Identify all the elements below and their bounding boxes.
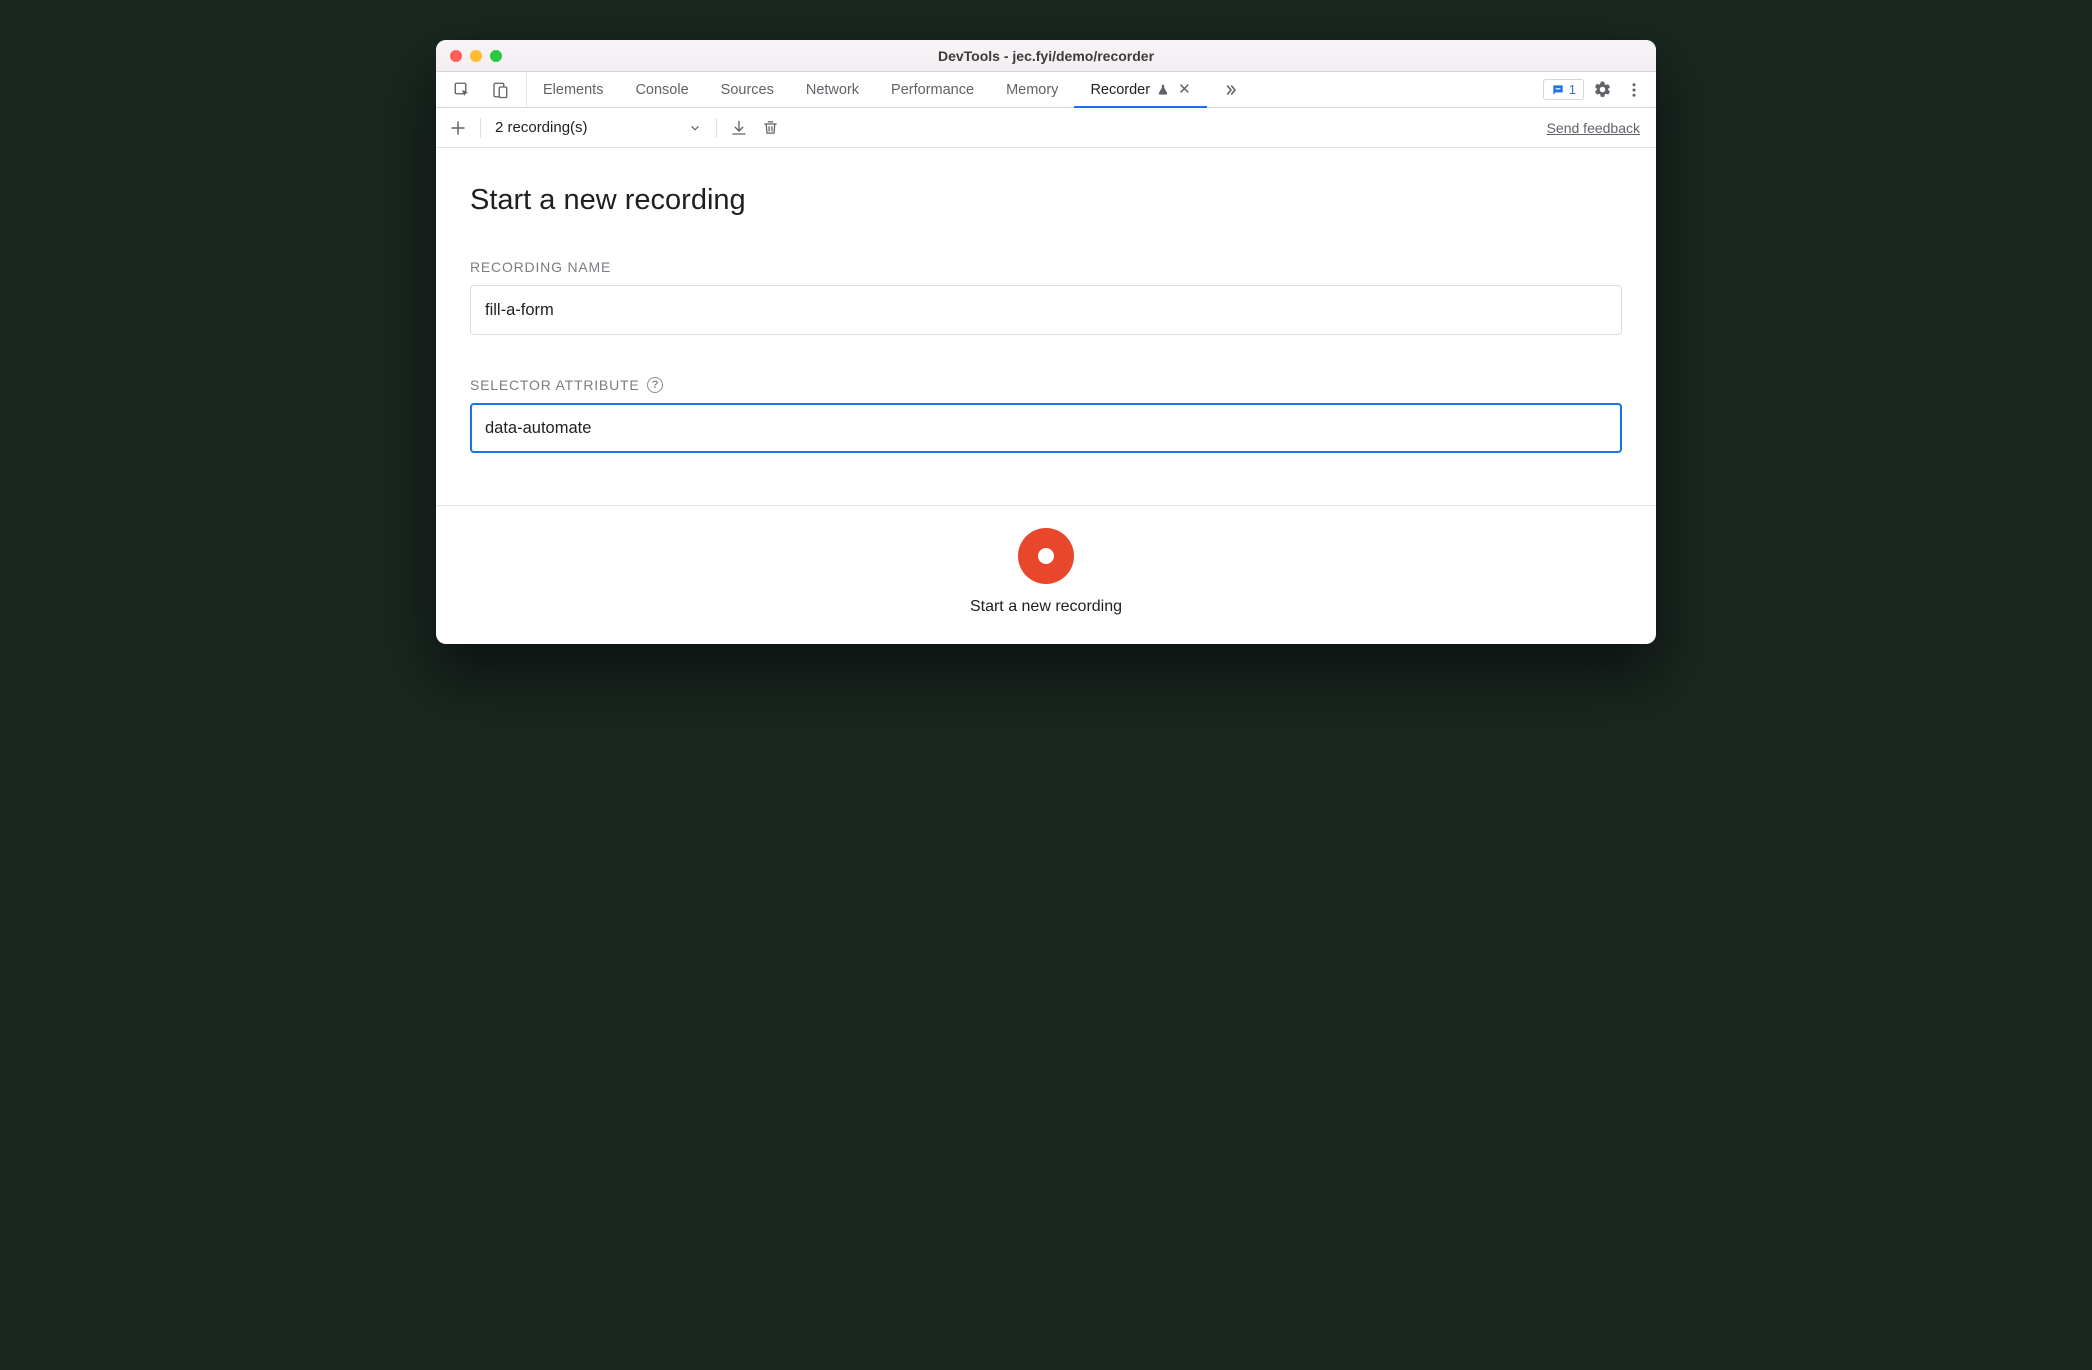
issues-button[interactable]: 1	[1543, 79, 1584, 100]
issues-icon	[1551, 83, 1565, 97]
tab-performance[interactable]: Performance	[875, 72, 990, 107]
tab-elements[interactable]: Elements	[527, 72, 619, 107]
tab-label: Network	[806, 82, 859, 98]
window-title: DevTools - jec.fyi/demo/recorder	[436, 48, 1656, 64]
zoom-window-button[interactable]	[490, 50, 502, 62]
experimental-flask-icon	[1156, 83, 1170, 97]
kebab-menu-icon[interactable]	[1620, 76, 1648, 104]
recording-name-field: RECORDING NAME	[470, 259, 1622, 335]
recorder-footer: Start a new recording	[436, 505, 1656, 644]
selector-attribute-input[interactable]	[470, 403, 1622, 453]
export-button[interactable]	[725, 114, 753, 142]
send-feedback-link[interactable]: Send feedback	[1547, 120, 1648, 136]
recorder-toolbar: 2 recording(s) Send feedback	[436, 108, 1656, 148]
tab-label: Sources	[721, 82, 774, 98]
tab-label: Recorder	[1090, 82, 1150, 98]
tab-label: Console	[635, 82, 688, 98]
tab-sources[interactable]: Sources	[705, 72, 790, 107]
close-tab-icon[interactable]: ✕	[1178, 82, 1191, 97]
chevron-down-icon	[688, 121, 702, 135]
tab-memory[interactable]: Memory	[990, 72, 1074, 107]
more-tabs-icon[interactable]	[1217, 76, 1245, 104]
window-controls	[436, 50, 502, 62]
minimize-window-button[interactable]	[470, 50, 482, 62]
help-icon[interactable]: ?	[647, 377, 663, 393]
close-window-button[interactable]	[450, 50, 462, 62]
page-title: Start a new recording	[470, 184, 1622, 217]
tab-console[interactable]: Console	[619, 72, 704, 107]
tab-recorder[interactable]: Recorder ✕	[1074, 72, 1206, 107]
start-recording-button[interactable]	[1018, 528, 1074, 584]
recorder-main: Start a new recording RECORDING NAME SEL…	[436, 148, 1656, 505]
tab-label: Elements	[543, 82, 603, 98]
settings-gear-icon[interactable]	[1588, 76, 1616, 104]
titlebar: DevTools - jec.fyi/demo/recorder	[436, 40, 1656, 72]
start-recording-label: Start a new recording	[970, 598, 1122, 616]
delete-button[interactable]	[757, 114, 785, 142]
recording-name-label: RECORDING NAME	[470, 259, 1622, 275]
selector-attribute-label: SELECTOR ATTRIBUTE ?	[470, 377, 1622, 393]
divider	[480, 118, 481, 138]
new-recording-button[interactable]	[444, 114, 472, 142]
recordings-dropdown[interactable]: 2 recording(s)	[489, 119, 708, 136]
tab-network[interactable]: Network	[790, 72, 875, 107]
tab-label: Memory	[1006, 82, 1058, 98]
divider	[716, 118, 717, 138]
devtools-window: DevTools - jec.fyi/demo/recorder Element…	[436, 40, 1656, 644]
device-toolbar-icon[interactable]	[486, 76, 514, 104]
devtools-tabstrip: Elements Console Sources Network Perform…	[436, 72, 1656, 108]
inspect-element-icon[interactable]	[448, 76, 476, 104]
record-icon	[1038, 548, 1054, 564]
issues-count: 1	[1569, 82, 1576, 97]
selector-attribute-field: SELECTOR ATTRIBUTE ?	[470, 377, 1622, 453]
recording-name-input[interactable]	[470, 285, 1622, 335]
recordings-count-label: 2 recording(s)	[495, 119, 588, 136]
tab-label: Performance	[891, 82, 974, 98]
